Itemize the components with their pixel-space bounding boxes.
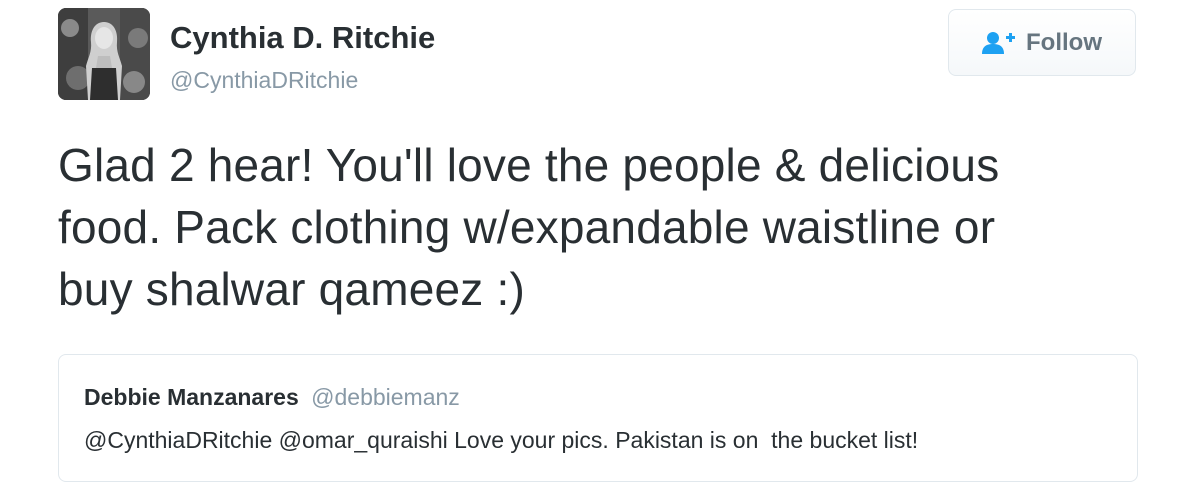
quoted-tweet-card[interactable]: Debbie Manzanares @debbiemanz @CynthiaDR… xyxy=(58,354,1138,482)
follow-button-label: Follow xyxy=(1026,28,1102,56)
add-user-icon xyxy=(982,31,1015,54)
author-display-name[interactable]: Cynthia D. Ritchie xyxy=(170,20,435,56)
tweet-text-line: buy shalwar qameez :) xyxy=(58,263,525,315)
quoted-tweet-screen-name: @debbiemanz xyxy=(311,384,460,410)
profile-photo-icon xyxy=(58,8,150,100)
quoted-tweet-header: Debbie Manzanares @debbiemanz xyxy=(84,383,460,411)
tweet-text-line: food. Pack clothing w/expandable waistli… xyxy=(58,201,996,253)
follow-button[interactable]: Follow xyxy=(948,9,1136,76)
tweet-text-line: Glad 2 hear! You'll love the people & de… xyxy=(58,139,1000,191)
author-avatar[interactable] xyxy=(58,8,150,100)
quoted-tweet-display-name: Debbie Manzanares xyxy=(84,384,299,410)
quoted-tweet-text: @CynthiaDRitchie @omar_quraishi Love you… xyxy=(84,427,919,453)
author-screen-name[interactable]: @CynthiaDRitchie xyxy=(170,66,358,94)
tweet-text: Glad 2 hear! You'll love the people & de… xyxy=(58,134,1158,320)
